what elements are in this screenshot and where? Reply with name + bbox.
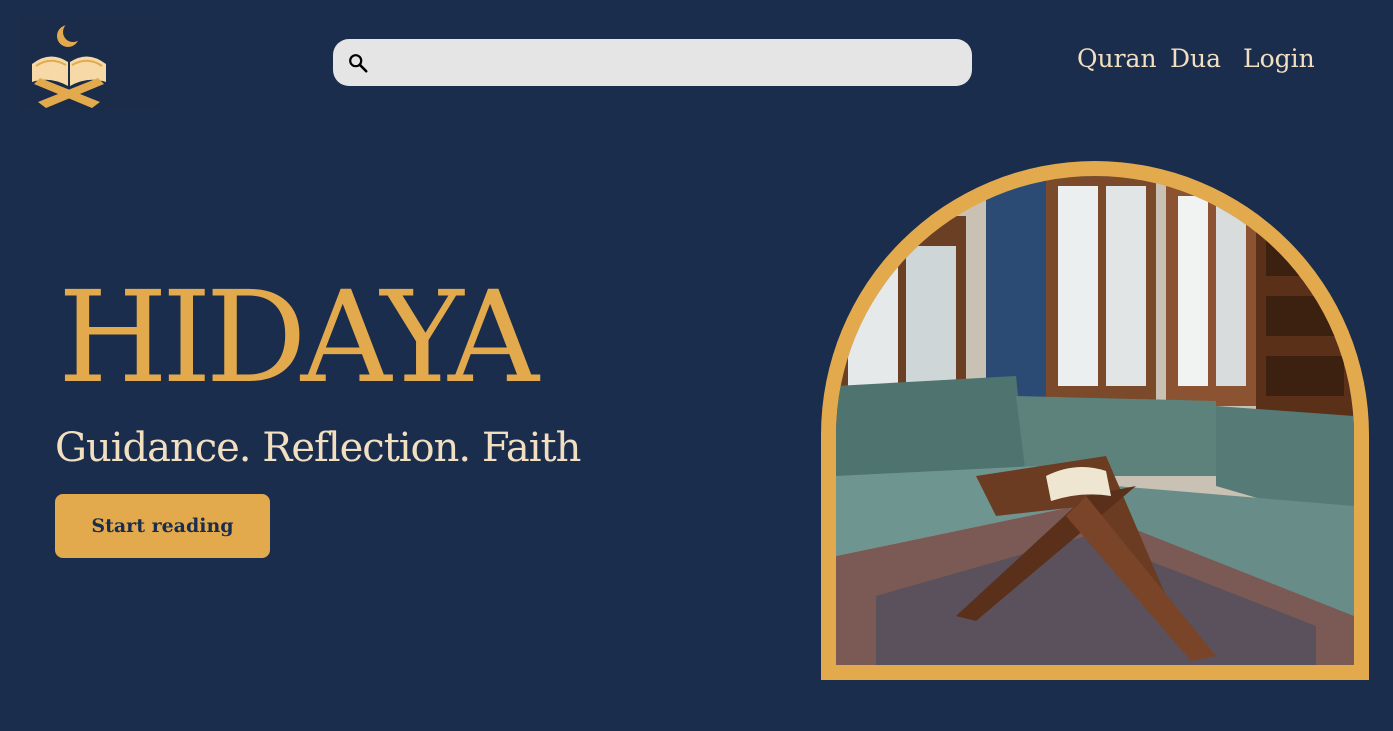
site-logo[interactable]: [20, 18, 160, 110]
start-reading-button[interactable]: Start reading: [55, 494, 270, 558]
quran-book-crescent-icon: [32, 22, 106, 108]
hero-image-frame: [821, 161, 1369, 680]
nav-link-quran[interactable]: Quran: [1077, 44, 1157, 82]
search-bar[interactable]: [333, 39, 972, 86]
search-icon[interactable]: [347, 52, 369, 74]
hero-subtitle: Guidance. Reflection. Faith: [55, 425, 581, 471]
nav-link-dua[interactable]: Dua: [1170, 44, 1221, 82]
nav-link-login[interactable]: Login: [1243, 44, 1315, 82]
search-input[interactable]: [379, 39, 959, 86]
room-with-quran-stand-photo: [836, 176, 1354, 665]
hero-title: HIDAYA: [58, 264, 539, 411]
